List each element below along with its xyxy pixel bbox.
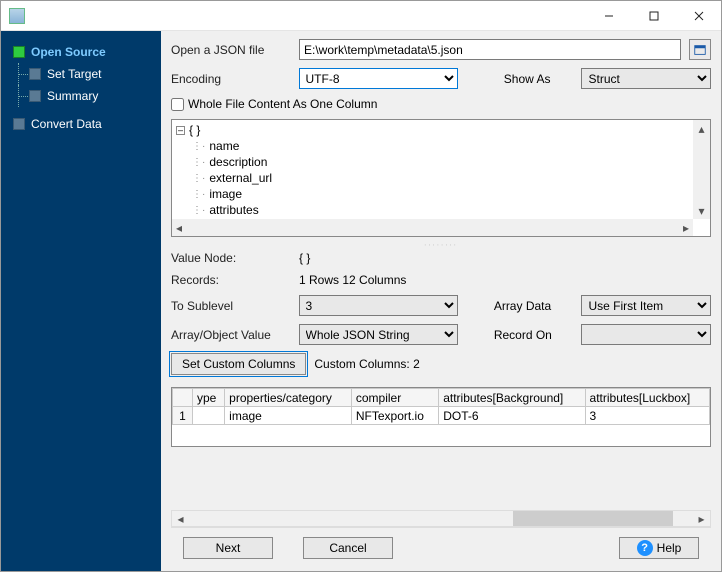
scroll-up-icon[interactable]: ▴ (693, 120, 710, 137)
recordon-select[interactable] (581, 324, 711, 345)
close-button[interactable] (676, 1, 721, 30)
file-path-input[interactable] (299, 39, 681, 60)
collapse-icon[interactable]: – (176, 126, 185, 135)
arraydata-label: Array Data (494, 299, 574, 313)
step-indicator-icon (13, 46, 25, 58)
grid-cell[interactable]: NFTexport.io (351, 407, 438, 425)
grid-header-row: ype properties/category compiler attribu… (173, 389, 710, 407)
step-indicator-icon (13, 118, 25, 130)
encoding-label: Encoding (171, 72, 291, 86)
splitter-handle[interactable]: ∙∙∙∙∙∙∙∙ (171, 241, 711, 247)
scroll-down-icon[interactable]: ▾ (693, 202, 710, 219)
tree-node[interactable]: ⋮·description (176, 154, 706, 170)
grid-header[interactable]: compiler (351, 389, 438, 407)
main-hscrollbar[interactable]: ◂ ▸ (171, 510, 711, 527)
grid-header[interactable]: ype (193, 389, 225, 407)
sidebar-item-set-target[interactable]: Set Target (1, 63, 161, 85)
columns-grid[interactable]: ype properties/category compiler attribu… (171, 387, 711, 447)
sidebar-item-label: Summary (47, 89, 98, 103)
next-button[interactable]: Next (183, 537, 273, 559)
custom-columns-count: Custom Columns: 2 (314, 357, 419, 371)
tosublevel-label: To Sublevel (171, 299, 291, 313)
cancel-button[interactable]: Cancel (303, 537, 393, 559)
wizard-sidebar: Open Source Set Target Summary Convert D… (1, 31, 161, 571)
grid-cell[interactable] (193, 407, 225, 425)
records-label: Records: (171, 273, 291, 287)
grid-header[interactable]: attributes[Background] (439, 389, 585, 407)
set-custom-columns-button[interactable]: Set Custom Columns (171, 353, 306, 375)
scroll-left-icon[interactable]: ◂ (172, 512, 189, 526)
sidebar-item-label: Open Source (31, 45, 106, 59)
grid-row[interactable]: 1 image NFTexport.io DOT-6 3 (173, 407, 710, 425)
sidebar-item-convert-data[interactable]: Convert Data (1, 113, 161, 135)
maximize-button[interactable] (631, 1, 676, 30)
recordon-label: Record On (494, 328, 574, 342)
sidebar-item-summary[interactable]: Summary (1, 85, 161, 107)
scroll-right-icon[interactable]: ▸ (693, 512, 710, 526)
grid-cell[interactable]: 3 (585, 407, 709, 425)
grid-cell[interactable]: image (225, 407, 352, 425)
tree-node[interactable]: ⋮·attributes (176, 202, 706, 218)
whole-file-checkbox[interactable] (171, 98, 184, 111)
encoding-select[interactable]: UTF-8 (299, 68, 458, 89)
main-panel: Open a JSON file Encoding UTF-8 Show As … (161, 31, 721, 571)
tree-node[interactable]: ⋮·image (176, 186, 706, 202)
sidebar-item-label: Set Target (47, 67, 101, 81)
grid-header[interactable]: properties/category (225, 389, 352, 407)
step-indicator-icon (29, 90, 41, 102)
wizard-footer: Next Cancel ? Help (171, 527, 711, 567)
showas-label: Show As (504, 72, 574, 86)
browse-button[interactable] (689, 39, 711, 60)
showas-select[interactable]: Struct (581, 68, 711, 89)
titlebar (1, 1, 721, 31)
arraydata-select[interactable]: Use First Item (581, 295, 711, 316)
grid-header[interactable]: attributes[Luckbox] (585, 389, 709, 407)
tree-node[interactable]: ⋮·external_url (176, 170, 706, 186)
app-icon (9, 8, 25, 24)
valuenode-value: { } (299, 251, 310, 265)
scrollbar-thumb[interactable] (513, 511, 673, 526)
tree-hscrollbar[interactable]: ◂▸ (172, 219, 693, 236)
whole-file-label: Whole File Content As One Column (188, 97, 377, 111)
tree-node[interactable]: ⋮·name (176, 138, 706, 154)
minimize-button[interactable] (586, 1, 631, 30)
open-file-icon (693, 43, 707, 57)
json-tree-view[interactable]: – { } ⋮·name ⋮·description ⋮·external_ur… (171, 119, 711, 237)
tosublevel-select[interactable]: 3 (299, 295, 458, 316)
sidebar-item-label: Convert Data (31, 117, 102, 131)
step-indicator-icon (29, 68, 41, 80)
open-file-label: Open a JSON file (171, 43, 291, 57)
valuenode-label: Value Node: (171, 251, 291, 265)
grid-cell[interactable]: DOT-6 (439, 407, 585, 425)
aovalue-label: Array/Object Value (171, 328, 291, 342)
tree-root[interactable]: – { } (176, 122, 706, 138)
help-button[interactable]: ? Help (619, 537, 699, 559)
records-value: 1 Rows 12 Columns (299, 273, 406, 287)
tree-vscrollbar[interactable]: ▴ ▾ (693, 120, 710, 219)
aovalue-select[interactable]: Whole JSON String (299, 324, 458, 345)
sidebar-item-open-source[interactable]: Open Source (1, 41, 161, 63)
help-icon: ? (637, 540, 653, 556)
